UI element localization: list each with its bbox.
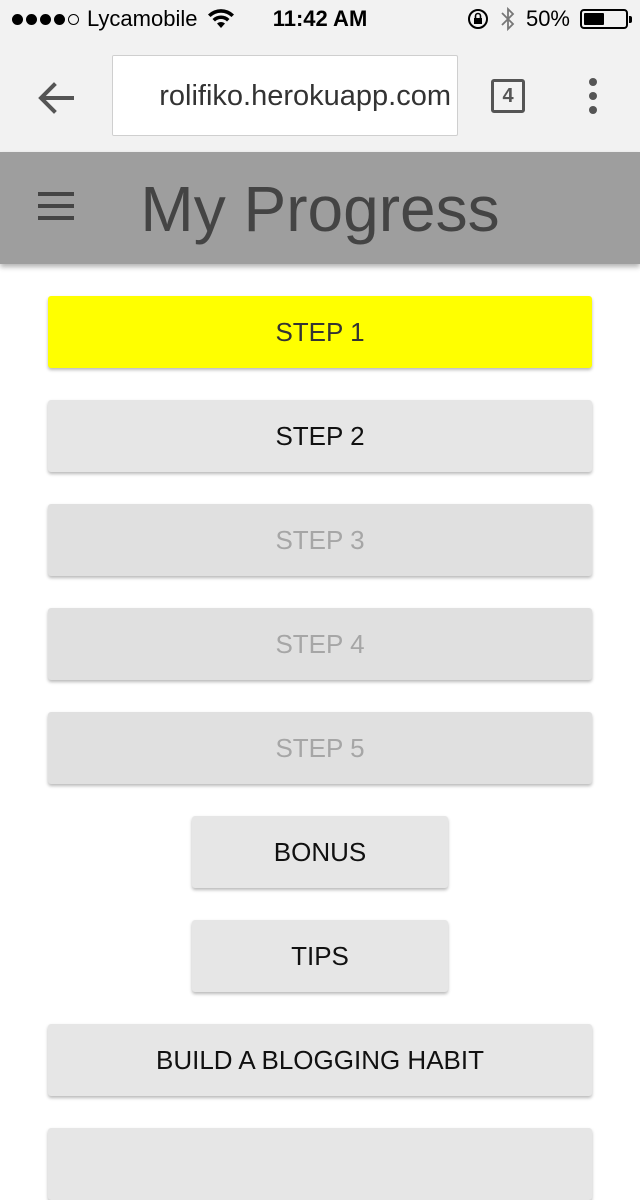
url-fade <box>113 56 153 135</box>
app-header: My Progress <box>0 152 640 264</box>
step-2-button[interactable]: STEP 2 <box>48 400 592 472</box>
status-bar: Lycamobile 11:42 AM 50% <box>0 0 640 40</box>
wifi-icon <box>208 9 235 28</box>
back-arrow-icon[interactable] <box>32 74 80 122</box>
step-3-button[interactable]: STEP 3 <box>48 504 592 576</box>
status-right: 50% <box>466 6 632 32</box>
battery-percent: 50% <box>525 6 570 31</box>
carrier-name: Lycamobile <box>87 6 198 31</box>
step-4-button[interactable]: STEP 4 <box>48 608 592 680</box>
battery-level <box>584 13 604 25</box>
battery-icon <box>580 9 632 29</box>
tab-switcher-button[interactable]: 4 <box>491 79 525 113</box>
build-blogging-habit-button[interactable]: BUILD A BLOGGING HABIT <box>48 1024 592 1096</box>
tips-button[interactable]: TIPS <box>192 920 448 992</box>
next-list-button[interactable] <box>48 1128 592 1200</box>
page-title: My Progress <box>140 173 500 245</box>
step-5-button[interactable]: STEP 5 <box>48 712 592 784</box>
rotation-lock-icon <box>467 9 488 29</box>
overflow-menu-icon[interactable] <box>578 74 608 118</box>
url-text: rolifiko.herokuapp.com <box>159 80 451 112</box>
bluetooth-icon <box>501 6 515 32</box>
browser-toolbar: rolifiko.herokuapp.com 4 <box>0 40 640 152</box>
url-bar[interactable]: rolifiko.herokuapp.com <box>112 55 458 136</box>
signal-strength-icon <box>12 13 79 25</box>
bonus-button[interactable]: BONUS <box>192 816 448 888</box>
step-1-button[interactable]: STEP 1 <box>48 296 592 368</box>
status-left: Lycamobile <box>12 6 235 32</box>
